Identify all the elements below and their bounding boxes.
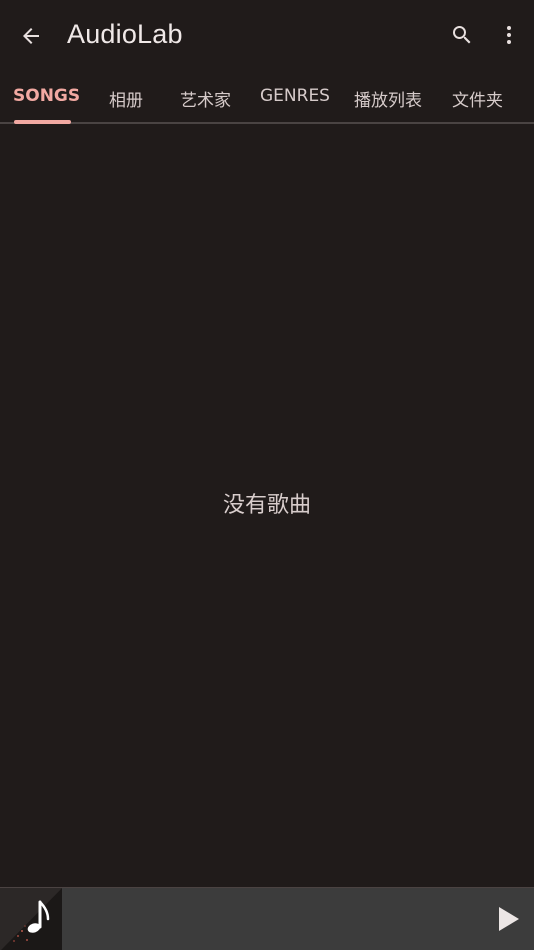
tab-artists[interactable]: 艺术家 — [180, 86, 231, 111]
search-button[interactable] — [442, 15, 482, 55]
play-button[interactable] — [492, 900, 526, 938]
music-note-icon — [0, 888, 62, 950]
tab-playlists[interactable]: 播放列表 — [354, 86, 422, 111]
app-screen: AudioLab SONGS 相册 艺术家 GENRES 播放列表 文件夹 没有… — [0, 0, 534, 950]
tab-bar: SONGS 相册 艺术家 GENRES 播放列表 文件夹 — [0, 72, 534, 124]
tab-folders[interactable]: 文件夹 — [452, 86, 503, 111]
tab-songs[interactable]: SONGS — [13, 86, 80, 106]
page-title: AudioLab — [67, 19, 183, 49]
search-icon — [453, 26, 471, 44]
more-options-button[interactable] — [489, 15, 529, 55]
active-tab-indicator — [14, 120, 71, 124]
empty-state-message: 没有歌曲 — [222, 493, 311, 518]
arrow-left-icon — [23, 28, 39, 44]
top-app-bar: AudioLab — [0, 0, 534, 72]
tab-albums[interactable]: 相册 — [109, 86, 143, 111]
play-icon — [499, 907, 519, 931]
tab-genres[interactable]: GENRES — [260, 86, 330, 106]
album-art[interactable] — [0, 888, 62, 950]
mini-player[interactable] — [0, 887, 534, 950]
more-vertical-icon — [507, 26, 511, 44]
back-button[interactable] — [11, 16, 51, 56]
